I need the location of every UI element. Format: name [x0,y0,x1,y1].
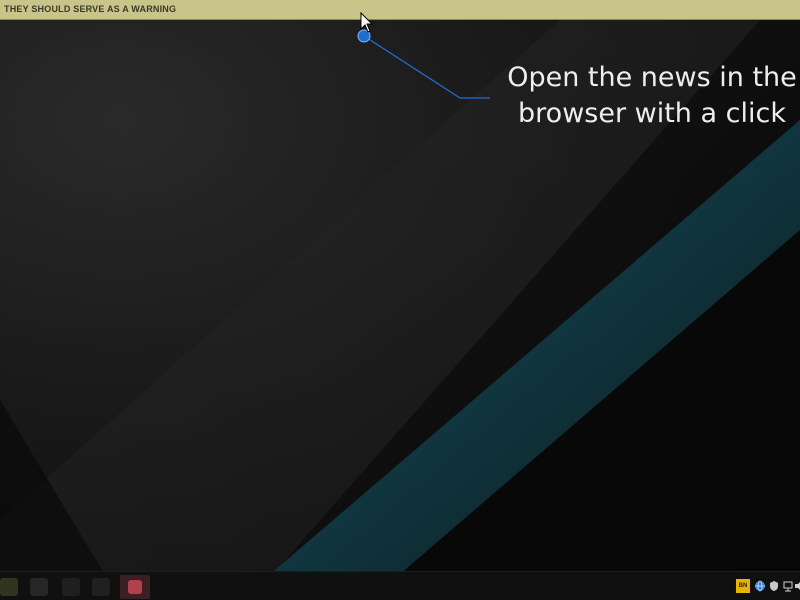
callout-line-2: browser with a click [518,98,786,129]
taskbar-app-1[interactable] [0,578,18,596]
globe-icon[interactable] [754,580,766,592]
taskbar-app-4[interactable] [92,578,110,596]
taskbar-app-2[interactable] [30,578,48,596]
network-icon[interactable] [782,580,794,592]
callout-line-1: Open the news in the [507,62,797,93]
taskbar-app-active[interactable] [120,575,150,599]
active-app-icon [128,580,142,594]
volume-icon[interactable] [794,580,800,592]
desktop-screen: THEY SHOULD SERVE AS A WARNING Open the … [0,0,800,600]
shield-icon[interactable] [768,580,780,592]
news-tray-icon[interactable]: BN [736,579,750,593]
news-ticker-bar[interactable]: THEY SHOULD SERVE AS A WARNING [0,0,800,20]
tutorial-callout: Open the news in the browser with a clic… [472,60,800,132]
taskbar-app-3[interactable] [62,578,80,596]
mouse-cursor-icon [360,12,374,33]
news-headline-link[interactable]: THEY SHOULD SERVE AS A WARNING [4,4,176,14]
taskbar: BN [0,571,800,600]
